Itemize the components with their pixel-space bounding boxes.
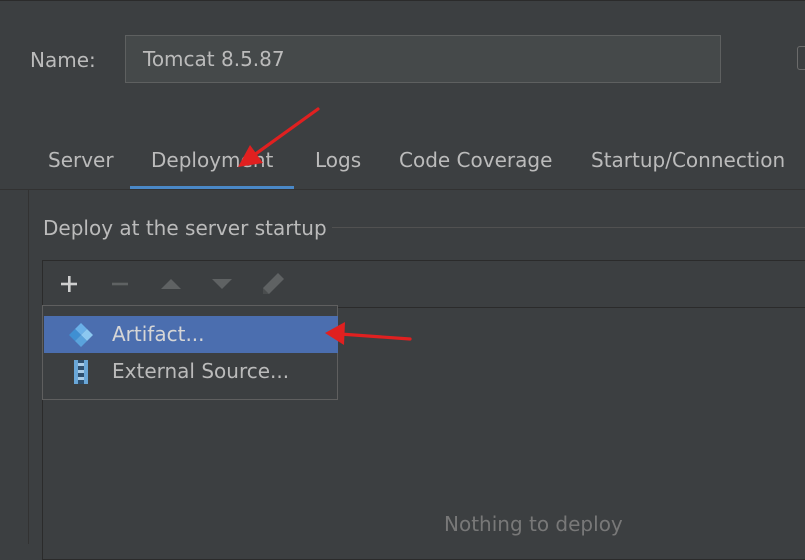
menu-item-label: External Source... — [112, 359, 290, 383]
tab-deployment[interactable]: Deployment — [151, 148, 273, 172]
tab-server[interactable]: Server — [48, 148, 114, 172]
name-label: Name: — [30, 48, 96, 72]
deploy-section-title: Deploy at the server startup — [43, 216, 327, 240]
tab-logs[interactable]: Logs — [315, 148, 361, 172]
move-up-icon[interactable] — [157, 270, 185, 298]
menu-item-artifact[interactable]: Artifact... — [44, 316, 338, 353]
add-icon[interactable] — [55, 270, 83, 298]
window-top-border — [0, 0, 805, 1]
share-checkbox[interactable] — [797, 46, 805, 70]
menu-item-label: Artifact... — [112, 322, 205, 346]
tabs-divider — [0, 189, 805, 190]
menu-item-external-source[interactable]: External Source... — [44, 353, 338, 390]
config-tabs: Server Deployment Logs Code Coverage Sta… — [0, 130, 805, 190]
remove-icon[interactable] — [106, 270, 134, 298]
name-input[interactable]: Tomcat 8.5.87 — [125, 35, 721, 83]
edit-icon[interactable] — [259, 270, 287, 298]
panel-border — [28, 190, 29, 544]
move-down-icon[interactable] — [208, 270, 236, 298]
add-popup-menu: Artifact... External Source... — [42, 305, 338, 400]
tab-startup-connection[interactable]: Startup/Connection — [591, 148, 785, 172]
section-separator — [332, 227, 805, 228]
empty-list-text: Nothing to deploy — [444, 512, 623, 536]
artifact-icon — [69, 323, 93, 347]
tab-code-coverage[interactable]: Code Coverage — [399, 148, 552, 172]
external-source-icon — [74, 360, 88, 384]
